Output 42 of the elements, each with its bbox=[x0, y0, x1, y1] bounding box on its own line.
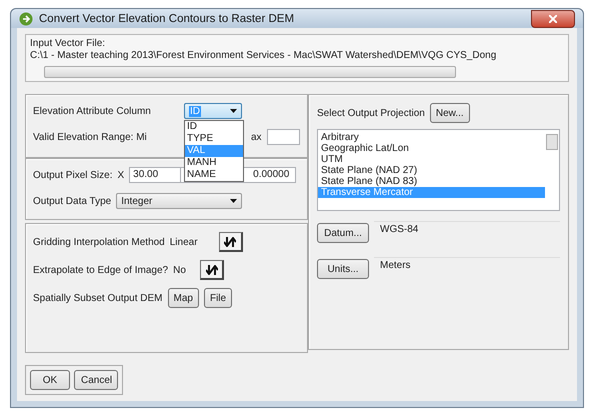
datum-button[interactable]: Datum... bbox=[317, 223, 369, 243]
field-label: Select Output Projection bbox=[317, 108, 425, 118]
toggle-button[interactable] bbox=[200, 260, 224, 280]
field-label: Output Data Type bbox=[33, 196, 112, 206]
field-label: Valid Elevation Range: Mi bbox=[33, 132, 148, 142]
caret-icon bbox=[230, 199, 238, 203]
field-value: No bbox=[173, 264, 187, 276]
field-label: Extrapolate to Edge of Image? bbox=[33, 264, 168, 276]
field-label: Output Pixel Size: bbox=[33, 170, 112, 180]
projection-item[interactable]: UTM bbox=[318, 154, 545, 165]
units-value: Meters bbox=[374, 257, 560, 281]
field-label: ax bbox=[250, 132, 262, 142]
projection-item[interactable]: Geographic Lat/Lon bbox=[318, 143, 545, 154]
dialog-button[interactable]: OK bbox=[30, 370, 70, 390]
pixel-x-field[interactable]: 30.00 bbox=[129, 167, 182, 183]
field-value: Linear bbox=[170, 236, 199, 248]
input-file-label: Input Vector File: bbox=[30, 38, 106, 49]
close-icon bbox=[549, 14, 557, 22]
units-button[interactable]: Units... bbox=[317, 259, 369, 279]
close-button[interactable] bbox=[531, 10, 575, 28]
caret-icon bbox=[230, 109, 237, 113]
subset-button[interactable]: File bbox=[204, 288, 232, 308]
toggle-button[interactable] bbox=[218, 232, 243, 252]
datum-value: WGS-84 bbox=[374, 221, 560, 245]
field-label: Spatially Subset Output DEM bbox=[33, 292, 163, 304]
new-button[interactable]: New... bbox=[430, 103, 470, 123]
app-icon bbox=[19, 12, 33, 26]
field-label: Gridding Interpolation Method bbox=[33, 236, 165, 248]
sort-icon bbox=[224, 236, 236, 246]
subset-button[interactable]: Map bbox=[168, 288, 199, 308]
data-type-dropdown[interactable]: Integer bbox=[116, 193, 242, 209]
field-label: Elevation Attribute Column bbox=[33, 106, 152, 116]
max-input-field[interactable] bbox=[266, 129, 300, 145]
projection-item[interactable]: State Plane (NAD 27) bbox=[318, 165, 545, 176]
window-title: Convert Vector Elevation Contours to Raster DEM bbox=[39, 12, 296, 24]
projection-item[interactable]: Arbitrary bbox=[318, 132, 545, 143]
sort-icon bbox=[206, 264, 218, 274]
input-file-path: C:\1 - Master teaching 2013\Forest Environment Services - Mac\SWAT Watershed\DEM\VQG CYS_Dong bbox=[30, 50, 498, 61]
projection-item[interactable]: State Plane (NAD 83) bbox=[318, 176, 545, 187]
field-label: X bbox=[117, 170, 124, 180]
input-file-box[interactable]: Input Vector File: C:\1 - Master teaching 2013\Forest Environment Services - Mac\SWAT Watershed\DEM\VQG CYS_Dong bbox=[25, 34, 569, 82]
dialog-button[interactable]: Cancel bbox=[74, 370, 118, 390]
